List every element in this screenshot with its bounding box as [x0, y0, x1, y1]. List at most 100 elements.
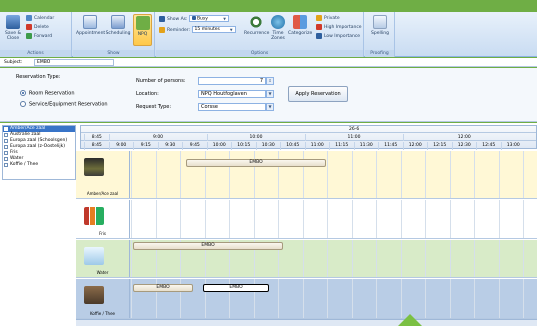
time-slot[interactable] [327, 279, 352, 318]
categorize-button[interactable]: Categorize [288, 14, 312, 46]
time-slot[interactable] [498, 200, 524, 238]
time-slot[interactable] [498, 240, 524, 277]
time-slot[interactable] [449, 151, 475, 198]
time-slot[interactable] [376, 151, 401, 198]
appointment-block[interactable]: EMBO [133, 242, 283, 250]
row-time-cells[interactable]: EMBO [131, 151, 537, 198]
time-slot[interactable] [523, 151, 537, 198]
time-slot[interactable] [400, 151, 426, 198]
time-slot[interactable] [523, 279, 537, 318]
time-slot[interactable] [351, 279, 377, 318]
time-slot[interactable] [376, 240, 401, 277]
time-slot[interactable] [474, 279, 499, 318]
checkbox-icon[interactable] [4, 133, 8, 137]
row-time-cells[interactable] [131, 200, 537, 238]
time-slot[interactable] [204, 200, 230, 238]
room-reservation-radio[interactable]: Room Reservation [20, 90, 75, 98]
show-as-select[interactable]: Busy ▼ [188, 15, 229, 22]
checkbox-icon[interactable] [4, 127, 8, 131]
request-type-select[interactable]: Corsse ▼ [198, 103, 274, 111]
time-slot[interactable] [523, 200, 537, 238]
time-slot[interactable] [474, 240, 499, 277]
apply-reservation-button[interactable]: Apply Reservation [288, 86, 348, 102]
number-of-persons-input[interactable]: 7 ⇕ [198, 77, 274, 85]
calendar-button[interactable]: Calendar [26, 14, 54, 23]
time-zones-button[interactable]: Time Zones [268, 14, 288, 46]
time-slot[interactable] [155, 151, 181, 198]
time-slot[interactable] [425, 200, 450, 238]
npq-button[interactable]: NPQ [133, 14, 152, 46]
time-slot[interactable] [400, 279, 426, 318]
row-time-cells[interactable]: EMBO EMBO [131, 279, 537, 318]
checkbox-icon[interactable] [4, 157, 8, 161]
time-slot[interactable] [253, 200, 279, 238]
time-slot[interactable] [400, 200, 426, 238]
horizontal-scrollbar[interactable] [76, 319, 537, 326]
spinner-icon[interactable]: ⇕ [266, 77, 274, 85]
room-list-item[interactable]: Koffie / Thee [3, 162, 75, 168]
time-slot[interactable] [425, 279, 450, 318]
reminder-select[interactable]: 15 minutes ▼ [191, 26, 236, 33]
time-slot[interactable] [400, 240, 426, 277]
time-slot[interactable] [376, 279, 401, 318]
time-slot[interactable] [449, 240, 475, 277]
time-slot[interactable] [278, 279, 303, 318]
time-slot[interactable] [425, 240, 450, 277]
exclamation-icon [316, 23, 322, 30]
appointment-block[interactable]: EMBO [133, 284, 193, 292]
quarter-label: 11:00 [304, 142, 330, 150]
forward-button[interactable]: Forward [26, 32, 52, 41]
subject-input[interactable]: EMBO [34, 59, 114, 66]
save-close-button[interactable]: Save & Close [3, 14, 23, 46]
spelling-button[interactable]: Spelling [369, 14, 391, 46]
ribbon-group-label: Actions [0, 50, 71, 57]
time-slot[interactable] [449, 200, 475, 238]
busy-color-icon [191, 16, 196, 20]
chevron-down-icon[interactable]: ▼ [266, 103, 274, 111]
recurrence-button[interactable]: Recurrence [244, 14, 269, 46]
checkbox-icon[interactable] [4, 139, 8, 143]
time-slot[interactable] [327, 151, 352, 198]
appointment-block[interactable]: EMBO [203, 284, 269, 292]
scheduling-button[interactable]: Scheduling [105, 14, 131, 46]
time-slot[interactable] [474, 151, 499, 198]
time-slot[interactable] [474, 200, 499, 238]
time-slot[interactable] [351, 200, 377, 238]
time-slot[interactable] [498, 279, 524, 318]
delete-button[interactable]: Delete [26, 23, 49, 32]
resource-row: Water EMBO [76, 240, 537, 278]
appointment-block[interactable]: EMBO [186, 159, 326, 167]
time-slot[interactable] [523, 240, 537, 277]
checkbox-icon[interactable] [4, 151, 8, 155]
time-slot[interactable] [327, 240, 352, 277]
show-as-control: Show As: Busy ▼ [159, 15, 229, 24]
time-slot[interactable] [131, 200, 156, 238]
time-slot[interactable] [155, 200, 181, 238]
time-slot[interactable] [302, 200, 328, 238]
row-time-cells[interactable]: EMBO [131, 240, 537, 277]
low-importance-toggle[interactable]: Low Importance [316, 32, 360, 41]
hour-row: 8:45 9:00 10:00 11:00 12:00 [81, 134, 536, 141]
appointment-button[interactable]: Appointment [76, 14, 105, 46]
checkbox-icon[interactable] [4, 163, 8, 167]
checkbox-icon[interactable] [4, 145, 8, 149]
time-slot[interactable] [131, 151, 156, 198]
high-importance-toggle[interactable]: High Importance [316, 23, 362, 32]
location-select[interactable]: NPQ Houtfoglaven ▼ [198, 90, 274, 98]
time-slot[interactable] [180, 200, 205, 238]
time-slot[interactable] [498, 151, 524, 198]
time-slot[interactable] [449, 279, 475, 318]
time-slot[interactable] [376, 200, 401, 238]
time-slot[interactable] [351, 151, 377, 198]
time-slot[interactable] [302, 279, 328, 318]
chevron-down-icon[interactable]: ▼ [266, 90, 274, 98]
time-slot[interactable] [327, 200, 352, 238]
service-reservation-radio[interactable]: Service/Equipment Reservation [20, 101, 108, 109]
time-slot[interactable] [278, 200, 303, 238]
time-slot[interactable] [425, 151, 450, 198]
time-slot[interactable] [302, 240, 328, 277]
time-slot[interactable] [229, 200, 254, 238]
scheduling-icon [111, 15, 125, 29]
time-slot[interactable] [351, 240, 377, 277]
private-toggle[interactable]: Private [316, 14, 340, 23]
